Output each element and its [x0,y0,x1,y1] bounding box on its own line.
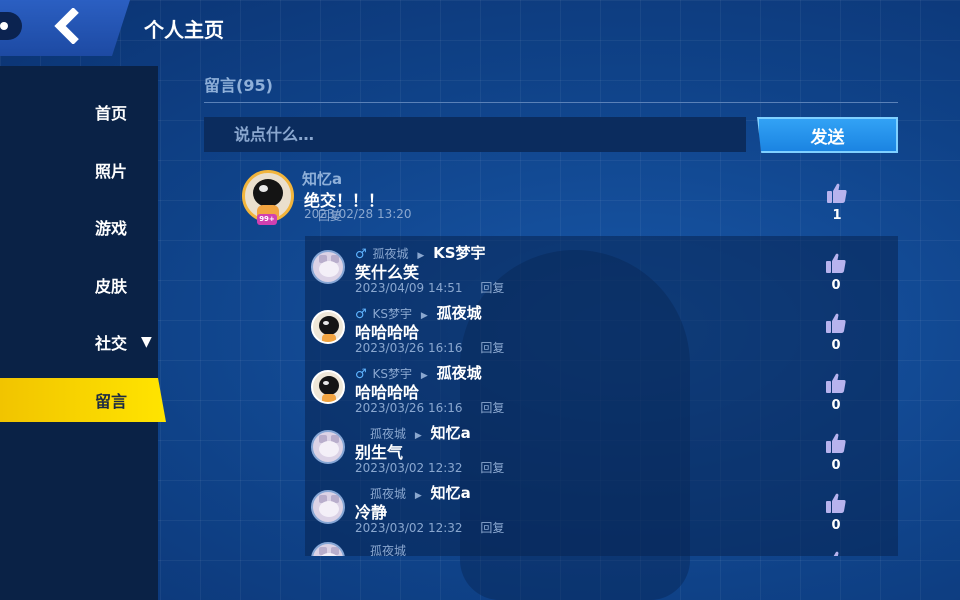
reply-time: 2023/03/02 12:32 [355,521,463,535]
level-badge: 99+ [257,214,277,225]
reply-button[interactable]: 回复 [480,281,504,295]
comment-author[interactable]: 知忆a [302,168,342,189]
message-input[interactable] [204,117,746,152]
reply-to[interactable]: 孤夜城 [437,304,482,322]
replies-panel[interactable]: ♂ 孤夜城 ▶ KS梦宇 笑什么笑 2023/04/09 14:51 回复 0 … [305,236,898,556]
reply-item: ♂ KS梦宇 ▶ 孤夜城 哈哈哈哈 2023/03/26 16:16 回复 0 [305,356,898,416]
thumbs-up-icon[interactable] [825,312,847,334]
thumbs-up-icon[interactable] [825,492,847,514]
sidebar-item-label: 皮肤 [95,277,128,296]
page-title: 个人主页 [144,18,224,42]
thumbs-up-icon[interactable] [826,182,848,204]
reply-item: 孤夜城 ▶ 知忆a 冷静 2023/03/02 12:32 回复 0 [305,476,898,536]
like-count: 0 [831,278,841,293]
reply-item: ♂ KS梦宇 ▶ 孤夜城 哈哈哈哈 2023/03/26 16:16 回复 0 [305,296,898,356]
like-count: 0 [831,518,841,533]
reply-to[interactable]: 知忆a [431,484,471,502]
reply-time: 2023/03/26 16:16 [355,401,463,415]
like-count: 0 [831,458,841,473]
sidebar-item-label: 留言 [95,392,128,411]
avatar[interactable] [311,542,345,556]
like-count: 0 [831,398,841,413]
play-arrow-icon: ▶ [414,431,422,441]
sidebar-item-photos[interactable]: 照片 [0,148,158,192]
reply-button[interactable]: 回复 [480,401,504,415]
sidebar-item-label: 首页 [95,104,128,123]
avatar[interactable] [311,370,345,404]
avatar[interactable] [311,430,345,464]
like-count: 0 [831,338,841,353]
sidebar-item-skins[interactable]: 皮肤 [0,263,158,307]
chevron-left-icon [54,8,79,44]
thumbs-up-icon[interactable] [825,252,847,274]
reply-to[interactable]: 知忆a [431,424,471,442]
sidebar-item-label: 游戏 [95,219,128,238]
reply-time: 2023/04/09 14:51 [355,281,463,295]
sidebar-item-home[interactable]: 首页 [0,90,158,134]
reply-to[interactable]: 孤夜城 [437,364,482,382]
avatar[interactable] [311,310,345,344]
sidebar-item-label: 社交 [95,334,128,353]
sidebar-item-messages[interactable]: 留言 [0,378,166,422]
reply-button[interactable]: 回复 [480,461,504,475]
play-arrow-icon: ▶ [414,491,422,501]
reply-item: 孤夜城 ▶ 知忆a 别生气 2023/03/02 12:32 回复 0 [305,416,898,476]
reply-button[interactable]: 回复 [480,341,504,355]
divider [204,102,898,103]
reply-to[interactable]: KS梦宇 [433,244,485,262]
reply-time: 2023/03/26 16:16 [355,341,463,355]
reply-from[interactable]: 孤夜城 [370,544,406,556]
thumbs-up-icon[interactable] [825,372,847,394]
reply-button[interactable]: 回复 [480,521,504,535]
send-button[interactable]: 发送 [757,117,898,153]
comment-meta: 2023/02/28 13:20 回复 [304,207,412,223]
reply-time: 2023/03/02 12:32 [355,461,463,475]
sidebar-item-games[interactable]: 游戏 [0,205,158,249]
header: 个人主页 [0,0,960,62]
avatar[interactable] [311,250,345,284]
reply-item: ♂ 孤夜城 ▶ KS梦宇 笑什么笑 2023/04/09 14:51 回复 0 [305,236,898,296]
sidebar-item-social[interactable]: 社交 ▼ [0,320,158,364]
thumbs-up-icon[interactable] [825,432,847,454]
messages-count-title: 留言(95) [204,76,273,95]
caret-down-icon: ▼ [141,334,152,350]
reply-item: 孤夜城 [305,536,898,556]
thumbs-up-icon[interactable] [825,550,847,556]
like-count: 1 [832,208,842,223]
sidebar-item-label: 照片 [95,162,128,181]
play-arrow-icon: ▶ [420,311,428,321]
avatar[interactable] [311,490,345,524]
play-arrow-icon: ▶ [420,371,428,381]
